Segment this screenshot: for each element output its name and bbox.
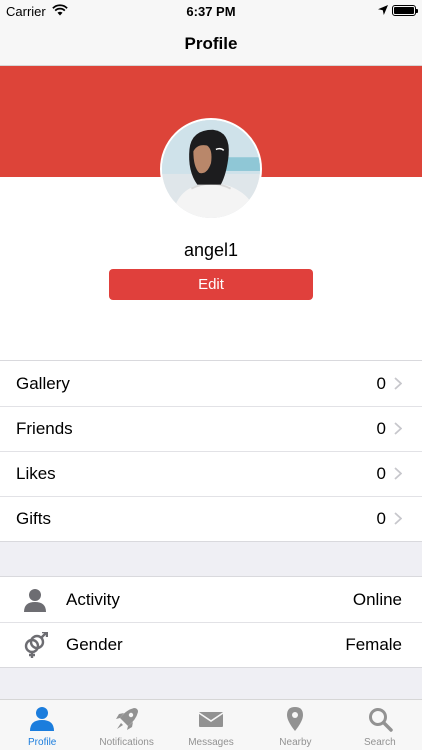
- tab-bar: Profile Notifications Messages Nearby Se…: [0, 699, 422, 750]
- tab-label: Search: [363, 737, 396, 748]
- envelope-icon: [198, 712, 224, 727]
- row-label: Activity: [66, 589, 120, 609]
- row-label: Likes: [16, 463, 56, 483]
- rocket-icon: [115, 708, 138, 730]
- magnifier-icon: [368, 708, 393, 732]
- chevron-right-icon: [394, 377, 402, 390]
- tab-label: Nearby: [279, 737, 312, 748]
- chevron-right-icon: [394, 467, 402, 480]
- activity-status: Online: [352, 589, 402, 609]
- edit-profile-button[interactable]: Edit: [109, 269, 313, 300]
- avatar[interactable]: [160, 118, 262, 220]
- profile-screen: Carrier 6:37 PM Profile angel1 Edit Gall…: [0, 0, 422, 750]
- chevron-right-icon: [394, 422, 402, 435]
- gender-row: Gender Female: [0, 622, 422, 667]
- username: angel1: [183, 240, 239, 260]
- navigation-bar: Profile: [0, 22, 422, 66]
- gallery-row[interactable]: Gallery 0: [0, 361, 422, 406]
- friends-row[interactable]: Friends 0: [0, 406, 422, 451]
- gifts-row[interactable]: Gifts 0: [0, 496, 422, 541]
- battery-icon: [392, 5, 418, 16]
- chevron-right-icon: [394, 512, 402, 525]
- location-arrow-icon: [378, 5, 388, 15]
- row-count: 0: [376, 508, 386, 528]
- avatar-photo: [162, 120, 260, 218]
- row-count: 0: [376, 418, 386, 438]
- location-pin-icon: [287, 707, 304, 731]
- person-icon: [30, 707, 55, 731]
- row-count: 0: [376, 463, 386, 483]
- tab-profile[interactable]: Profile: [0, 700, 84, 750]
- tab-label: Messages: [188, 737, 234, 748]
- info-list: Activity Online Gender Female: [0, 576, 422, 668]
- tab-nearby[interactable]: Nearby: [253, 700, 337, 750]
- row-label: Gifts: [16, 508, 51, 528]
- clock: 6:37 PM: [186, 4, 236, 19]
- tab-messages[interactable]: Messages: [169, 700, 253, 750]
- tab-label: Profile: [28, 737, 57, 748]
- gender-value: Female: [345, 634, 402, 654]
- tab-label: Notifications: [99, 737, 154, 748]
- row-count: 0: [376, 373, 386, 393]
- status-bar: Carrier 6:37 PM: [0, 0, 422, 22]
- gender-icon: [24, 631, 48, 658]
- tab-notifications[interactable]: Notifications: [84, 700, 168, 750]
- tab-search[interactable]: Search: [338, 700, 422, 750]
- activity-row: Activity Online: [0, 577, 422, 622]
- page-title: Profile: [184, 33, 238, 53]
- person-icon: [24, 588, 46, 612]
- stats-list: Gallery 0 Friends 0 Likes 0 Gifts 0: [0, 360, 422, 542]
- profile-header: angel1 Edit: [0, 66, 422, 360]
- likes-row[interactable]: Likes 0: [0, 451, 422, 496]
- row-label: Gender: [66, 634, 123, 654]
- row-label: Friends: [16, 418, 73, 438]
- row-label: Gallery: [16, 373, 70, 393]
